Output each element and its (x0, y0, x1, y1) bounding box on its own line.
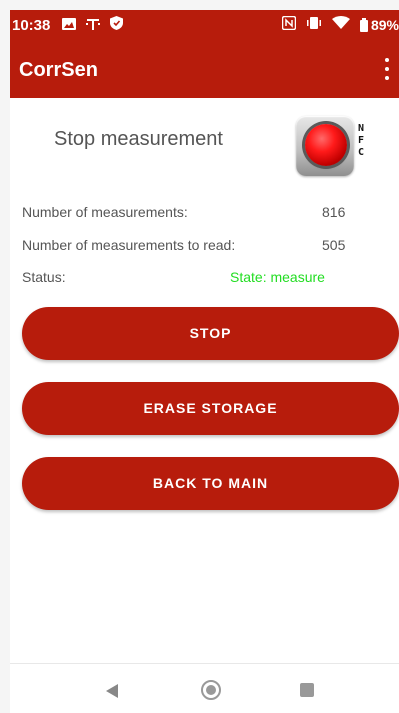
home-icon[interactable] (201, 680, 221, 700)
t-mobile-icon (86, 17, 100, 33)
nfc-label: N F C (358, 123, 364, 159)
nfc-letter: N (358, 123, 365, 134)
status-row: Status: State: measure (22, 269, 382, 289)
battery-icon: 89% (359, 16, 399, 33)
stop-button[interactable]: STOP (22, 307, 399, 360)
status-label: Status: (22, 269, 66, 285)
status-right-icons: 89% (281, 15, 399, 33)
navigation-bar (10, 663, 399, 713)
nfc-indicator: N F C (296, 116, 366, 178)
vibrate-icon (306, 16, 322, 33)
nfc-letter: F (358, 135, 365, 146)
recent-apps-icon[interactable] (300, 683, 314, 697)
shield-icon (110, 16, 123, 33)
image-icon (62, 17, 76, 33)
wifi-icon (331, 16, 350, 33)
back-icon[interactable] (106, 684, 118, 698)
main-content: Stop measurement N F C Number of measure… (10, 98, 399, 663)
nfc-letter: C (358, 147, 365, 158)
measurements-count-value: 816 (322, 204, 346, 220)
measurements-count-row: Number of measurements: 816 (22, 204, 382, 224)
nfc-status-icon (296, 116, 354, 176)
battery-percent: 89% (370, 16, 399, 33)
nfc-led-light (305, 124, 347, 166)
measurements-to-read-label: Number of measurements to read: (22, 237, 236, 253)
status-bar: 10:38 89% (10, 10, 399, 42)
back-to-main-button[interactable]: BACK TO MAIN (22, 457, 399, 510)
status-value: State: measure (230, 269, 325, 285)
measurements-to-read-value: 505 (322, 237, 346, 253)
erase-storage-button[interactable]: ERASE STORAGE (22, 382, 399, 435)
nfc-icon (281, 15, 297, 33)
app-bar: CorrSen (10, 42, 399, 98)
status-time: 10:38 (12, 17, 51, 34)
measurements-count-label: Number of measurements: (22, 204, 188, 220)
status-left-icons (62, 16, 123, 33)
phone-screen: 10:38 89% CorrSen Stop measurement N F C… (10, 10, 399, 713)
page-title: Stop measurement (54, 128, 223, 150)
app-title: CorrSen (19, 59, 98, 81)
measurements-to-read-row: Number of measurements to read: 505 (22, 237, 382, 257)
overflow-menu-icon[interactable] (383, 58, 391, 80)
